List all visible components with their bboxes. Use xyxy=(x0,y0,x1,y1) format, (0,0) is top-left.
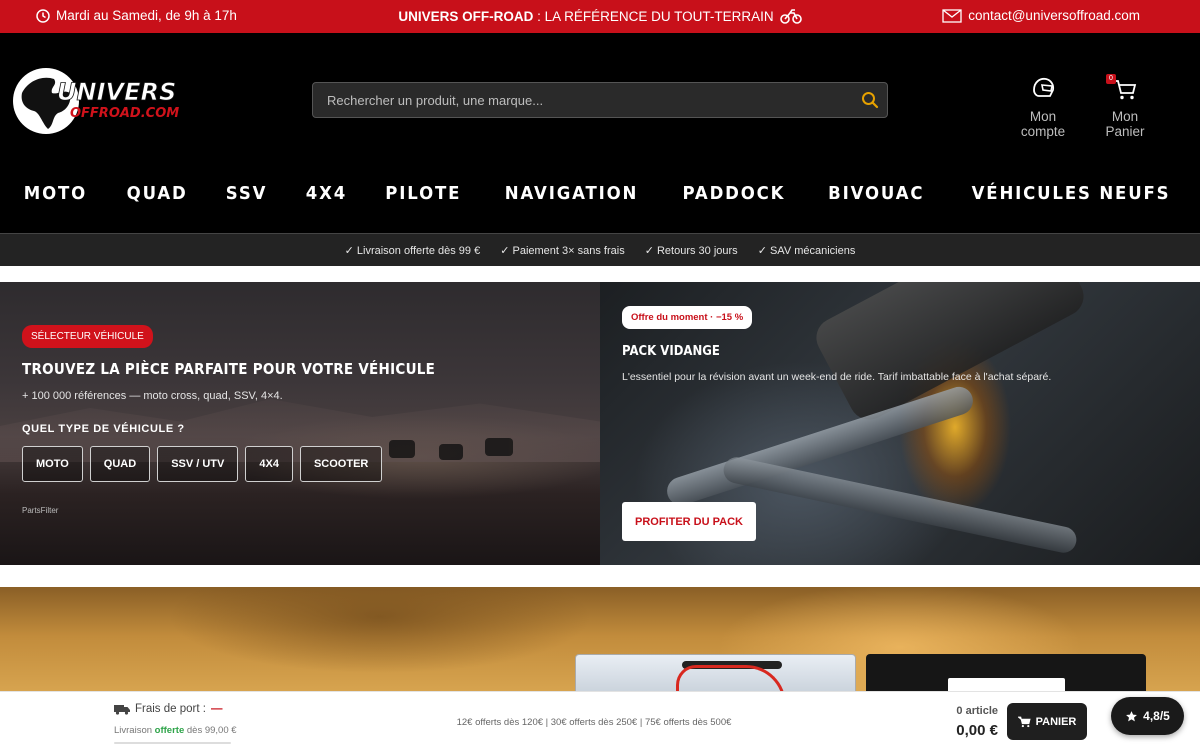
cart-total: 0,00 € xyxy=(956,722,998,739)
top-info-bar: Mardi au Samedi, de 9h à 17h UNIVERS OFF… xyxy=(0,0,1200,33)
rating-value: 4,8/5 xyxy=(1143,709,1170,723)
search-bar xyxy=(312,82,888,118)
quads-silhouette xyxy=(389,438,513,460)
envelope-icon xyxy=(942,8,962,23)
oil-change-pack-banner: Offre du moment · −15 % PACK VIDANGE L'e… xyxy=(600,282,1200,565)
nav-item-moto[interactable]: MOTO xyxy=(24,183,87,204)
vehicle-type-question: QUEL TYPE DE VÉHICULE ? xyxy=(22,423,185,435)
vehicle-scooter-button[interactable]: SCOOTER xyxy=(299,446,383,482)
nav-item-bivouac[interactable]: BIVOUAC xyxy=(828,183,924,204)
benefits-bar: ✓ Livraison offerte dès 99 € ✓ Paiement … xyxy=(0,233,1200,266)
vehicle-selector-subtitle: + 100 000 références — moto cross, quad,… xyxy=(22,390,283,402)
pack-description: L'essentiel pour la révision avant un we… xyxy=(622,371,1052,383)
partsfilter-credit: PartsFilter xyxy=(22,506,59,515)
cart-icon xyxy=(1114,80,1137,100)
benefit-after-sales: ✓ SAV mécaniciens xyxy=(757,244,856,257)
site-header: UNIVERS OFFROAD.COM Mon compte 0 Mon Pan… xyxy=(0,33,1200,233)
pack-cta-button[interactable]: PROFITER DU PACK xyxy=(622,502,756,541)
motorbike-icon xyxy=(779,9,802,24)
benefit-returns: ✓ Retours 30 jours xyxy=(644,244,738,257)
nav-item-vehicules-neufs[interactable]: VÉHICULES NEUFS xyxy=(971,183,1170,204)
cart-link[interactable]: 0 Mon Panier xyxy=(1092,71,1158,139)
cart-button[interactable]: PANIER xyxy=(1007,703,1087,740)
shipping-cost: Frais de port : — xyxy=(114,703,222,715)
cart-label: Mon Panier xyxy=(1105,109,1145,139)
vehicle-type-buttons: MOTO QUAD SSV / UTV 4X4 SCOOTER xyxy=(22,446,383,482)
sticky-cart-bar: Frais de port : — Livraison offerte dès … xyxy=(0,691,1200,750)
vehicle-quad-button[interactable]: QUAD xyxy=(89,446,151,482)
nav-item-paddock[interactable]: PADDOCK xyxy=(683,183,786,204)
logo-line1: UNIVERS xyxy=(57,78,176,106)
vehicle-moto-button[interactable]: MOTO xyxy=(22,446,83,482)
vehicle-ssv-utv-button[interactable]: SSV / UTV xyxy=(157,446,239,482)
nav-item-ssv[interactable]: SSV xyxy=(226,183,267,204)
search-icon[interactable] xyxy=(861,91,879,109)
truck-icon xyxy=(114,704,130,715)
cart-article-count: 0 article xyxy=(956,705,998,717)
shipping-label: Frais de port : xyxy=(135,703,206,715)
pack-title: PACK VIDANGE xyxy=(622,344,720,359)
benefit-free-shipping: ✓ Livraison offerte dès 99 € xyxy=(344,244,481,257)
cart-icon xyxy=(1017,716,1031,727)
promo-banner xyxy=(0,587,1200,697)
site-logo[interactable]: UNIVERS OFFROAD.COM xyxy=(12,67,182,137)
vehicle-selector-tag: SÉLECTEUR VÉHICULE xyxy=(22,325,153,348)
main-navigation: MOTO QUAD SSV 4X4 PILOTE NAVIGATION PADD… xyxy=(0,183,1200,204)
rating-badge[interactable]: 4,8/5 xyxy=(1111,697,1184,735)
shipping-value: — xyxy=(210,703,223,715)
benefit-installments: ✓ Paiement 3× sans frais xyxy=(500,244,625,257)
account-label: Mon compte xyxy=(1020,109,1066,139)
nav-item-pilote[interactable]: PILOTE xyxy=(386,183,462,204)
nav-item-navigation[interactable]: NAVIGATION xyxy=(505,183,638,204)
free-shipping-progress xyxy=(114,742,231,744)
tagline-text: : LA RÉFÉRENCE DU TOUT-TERRAIN xyxy=(533,8,774,24)
star-icon xyxy=(1126,710,1138,721)
contact-email[interactable]: contact@universoffroad.com xyxy=(942,8,1140,23)
vehicle-selector-banner: SÉLECTEUR VÉHICULE TROUVEZ LA PIÈCE PARF… xyxy=(0,282,600,565)
vehicle-4x4-button[interactable]: 4X4 xyxy=(245,446,293,482)
offer-badge: Offre du moment · −15 % xyxy=(622,306,753,329)
helmet-icon xyxy=(1033,77,1055,97)
nav-item-quad[interactable]: QUAD xyxy=(127,183,188,204)
cart-button-label: PANIER xyxy=(1035,715,1077,728)
vehicle-selector-title: TROUVEZ LA PIÈCE PARFAITE POUR VOTRE VÉH… xyxy=(22,360,436,378)
wrench-image xyxy=(721,454,1079,556)
contact-email-text: contact@universoffroad.com xyxy=(968,8,1140,23)
account-link[interactable]: Mon compte xyxy=(1008,71,1078,139)
brand-name: UNIVERS OFF-ROAD xyxy=(398,8,534,24)
nav-item-4x4[interactable]: 4X4 xyxy=(305,183,346,204)
search-input[interactable] xyxy=(327,92,847,108)
logo-line2: OFFROAD.COM xyxy=(70,106,179,121)
cart-badge: 0 xyxy=(1106,74,1116,84)
